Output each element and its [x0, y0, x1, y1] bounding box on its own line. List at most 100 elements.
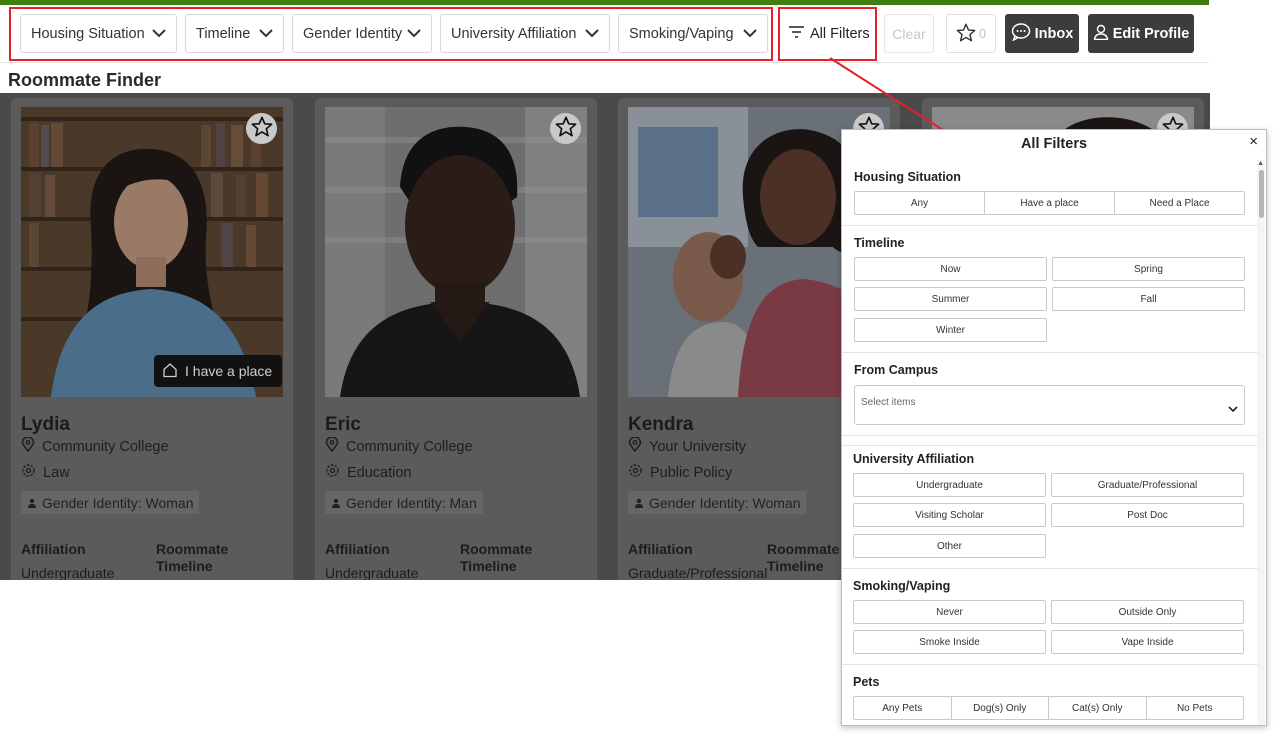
- roommate-card-eric[interactable]: Eric Community College Education Gender …: [315, 98, 597, 580]
- pets-option-dogs-only[interactable]: Dog(s) Only: [950, 697, 1049, 719]
- person-icon: [27, 495, 37, 511]
- affiliation-option-undergraduate[interactable]: Undergraduate: [853, 473, 1046, 497]
- section-divider: [842, 445, 1258, 446]
- scrollbar-thumb[interactable]: [1259, 170, 1264, 218]
- smoking-option-never[interactable]: Never: [853, 600, 1046, 624]
- all-filters-panel: All Filters × ▲ Housing Situation Any Ha…: [841, 129, 1267, 726]
- favorite-star-button[interactable]: [246, 113, 277, 144]
- smoking-option-vape-inside[interactable]: Vape Inside: [1051, 630, 1244, 654]
- timeline-option-now[interactable]: Now: [854, 257, 1047, 281]
- housing-badge: I have a place: [154, 355, 283, 387]
- gender-identity-chip: Gender Identity: Woman: [21, 491, 200, 514]
- favorite-star-button[interactable]: [550, 113, 581, 144]
- smoking-option-smoke-inside[interactable]: Smoke Inside: [853, 630, 1046, 654]
- star-icon: [555, 116, 577, 142]
- affiliation-section-title: University Affiliation: [853, 452, 975, 466]
- select-placeholder: Select items: [861, 397, 916, 408]
- affiliation-option-post-doc[interactable]: Post Doc: [1051, 503, 1244, 527]
- housing-badge-label: I have a place: [185, 363, 273, 379]
- filter-toolbar: Housing Situation Timeline Gender Identi…: [0, 5, 1209, 63]
- card-major: Law: [21, 463, 70, 482]
- clear-button[interactable]: Clear: [884, 14, 934, 53]
- affiliation-value: Graduate/Professional: [628, 565, 768, 580]
- gear-icon: [325, 463, 340, 482]
- section-divider: [842, 352, 1258, 353]
- affiliation-value: Undergraduate: [325, 565, 419, 580]
- timeline-option-summer[interactable]: Summer: [854, 287, 1047, 311]
- all-filters-label: All Filters: [810, 25, 870, 42]
- card-school: Your University: [628, 436, 746, 456]
- school-text: Community College: [42, 438, 169, 455]
- housing-section-title: Housing Situation: [854, 170, 961, 184]
- pets-option-no-pets[interactable]: No Pets: [1145, 697, 1244, 719]
- favorites-count: 0: [978, 26, 987, 41]
- timeline-option-spring[interactable]: Spring: [1052, 257, 1245, 281]
- card-name: Kendra: [628, 414, 694, 435]
- person-icon: [634, 495, 644, 511]
- affiliation-value: Undergraduate: [21, 565, 115, 580]
- page-title: Roommate Finder: [8, 70, 162, 90]
- edit-profile-label: Edit Profile: [1112, 25, 1190, 42]
- affiliation-label: Affiliation: [325, 541, 390, 557]
- location-pin-icon: [628, 436, 642, 456]
- inbox-label: Inbox: [1034, 25, 1074, 42]
- card-school: Community College: [325, 436, 473, 456]
- location-pin-icon: [21, 436, 35, 456]
- edit-profile-button[interactable]: Edit Profile: [1088, 14, 1194, 53]
- filter-lines-icon: [789, 25, 810, 42]
- gear-icon: [628, 463, 643, 482]
- school-text: Community College: [346, 438, 473, 455]
- smoking-section-title: Smoking/Vaping: [853, 579, 951, 593]
- filters-highlight-box: [9, 7, 773, 61]
- gender-identity-chip: Gender Identity: Man: [325, 491, 483, 514]
- pets-segmented-control: Any Pets Dog(s) Only Cat(s) Only No Pets: [853, 696, 1244, 720]
- home-icon: [162, 362, 178, 381]
- pets-option-any[interactable]: Any Pets: [854, 697, 951, 719]
- profile-photo: [325, 107, 587, 397]
- inbox-button[interactable]: Inbox: [1005, 14, 1079, 53]
- housing-option-any[interactable]: Any: [855, 192, 984, 214]
- section-divider: [842, 225, 1258, 226]
- pets-option-cats-only[interactable]: Cat(s) Only: [1048, 697, 1146, 719]
- affiliation-option-graduate[interactable]: Graduate/Professional: [1051, 473, 1244, 497]
- major-text: Law: [43, 464, 70, 481]
- from-campus-select[interactable]: Select items: [854, 385, 1245, 425]
- major-text: Education: [347, 464, 412, 481]
- section-divider: [842, 664, 1258, 665]
- affiliation-option-other[interactable]: Other: [853, 534, 1046, 558]
- pets-section-title: Pets: [853, 675, 880, 689]
- gender-identity-chip: Gender Identity: Woman: [628, 491, 807, 514]
- affiliation-label: Affiliation: [628, 541, 693, 557]
- card-major: Public Policy: [628, 463, 732, 482]
- housing-option-need-place[interactable]: Need a Place: [1114, 192, 1244, 214]
- affiliation-option-visiting-scholar[interactable]: Visiting Scholar: [853, 503, 1046, 527]
- card-major: Education: [325, 463, 412, 482]
- person-icon: [1093, 24, 1109, 44]
- housing-option-have-place[interactable]: Have a place: [984, 192, 1114, 214]
- major-text: Public Policy: [650, 464, 733, 481]
- chevron-down-icon: [1228, 400, 1238, 418]
- roommate-timeline-label: Roommate Timeline: [156, 541, 229, 574]
- timeline-option-fall[interactable]: Fall: [1052, 287, 1245, 311]
- affiliation-label: Affiliation: [21, 541, 86, 557]
- timeline-option-winter[interactable]: Winter: [854, 318, 1047, 342]
- favorites-button[interactable]: 0: [946, 14, 996, 53]
- timeline-section-title: Timeline: [854, 236, 905, 250]
- panel-scrollbar[interactable]: [1257, 160, 1265, 725]
- section-divider: [842, 435, 1258, 436]
- chat-bubble-icon: [1011, 22, 1031, 45]
- location-pin-icon: [325, 436, 339, 456]
- gear-icon: [21, 463, 36, 482]
- school-text: Your University: [649, 438, 746, 455]
- card-name: Lydia: [21, 414, 70, 435]
- gender-text: Gender Identity: Woman: [42, 494, 194, 511]
- roommate-card-lydia[interactable]: I have a place Lydia Community College L…: [11, 98, 293, 580]
- close-icon[interactable]: ×: [1249, 133, 1258, 150]
- roommate-finder-page: Housing Situation Timeline Gender Identi…: [0, 0, 1274, 734]
- star-icon: [251, 116, 273, 142]
- panel-title: All Filters: [1020, 136, 1088, 152]
- star-icon: [956, 23, 976, 45]
- smoking-option-outside-only[interactable]: Outside Only: [1051, 600, 1244, 624]
- scroll-up-arrow-icon[interactable]: ▲: [1257, 160, 1264, 167]
- all-filters-button[interactable]: All Filters: [783, 14, 876, 53]
